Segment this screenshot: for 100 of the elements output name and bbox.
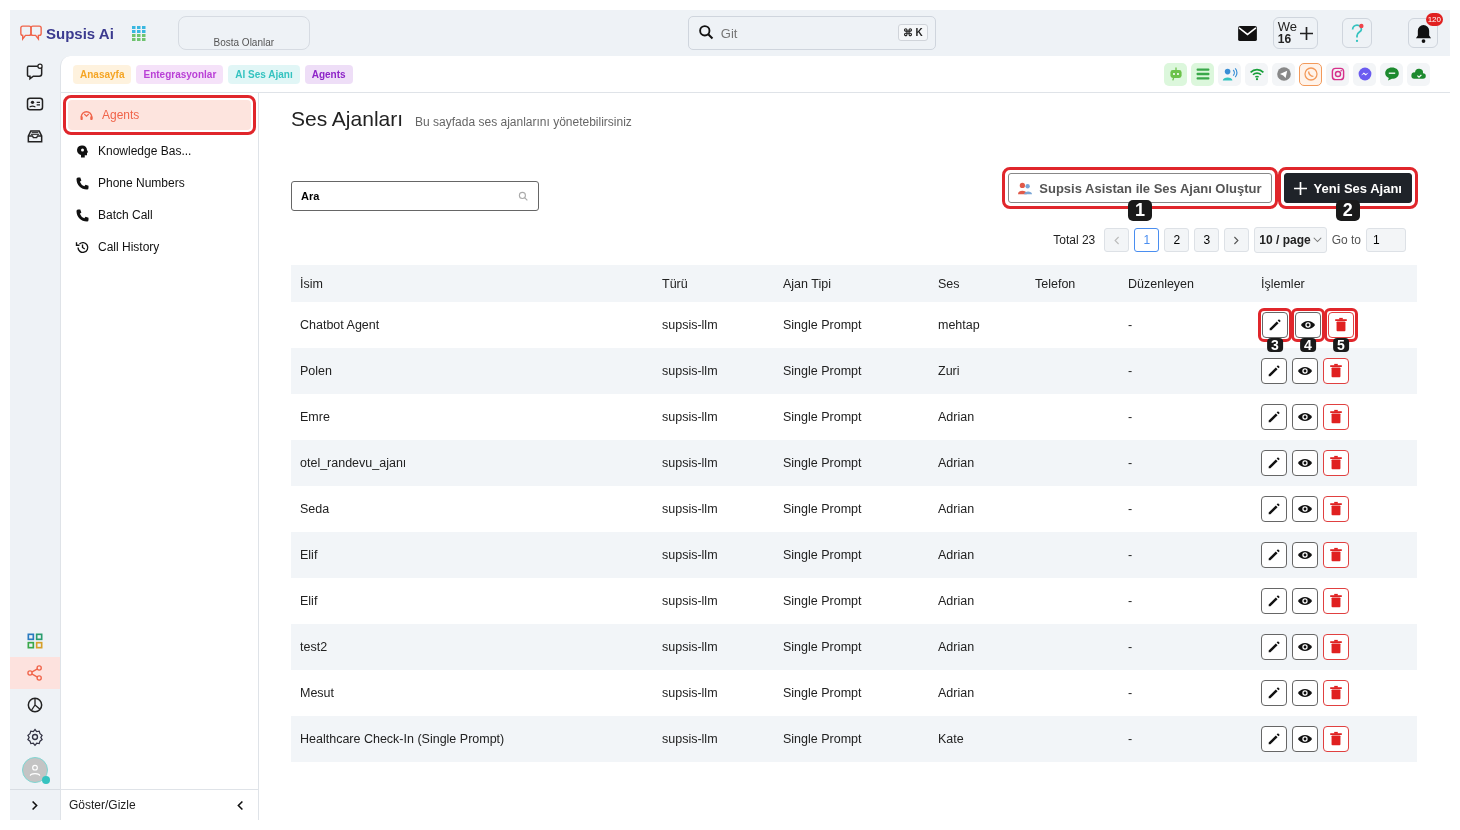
mail-icon[interactable] <box>1237 25 1257 41</box>
breadcrumb-tag[interactable]: Agents <box>304 64 353 84</box>
notification-badge: 120 <box>1425 13 1443 26</box>
search-icon <box>518 191 529 202</box>
view-button[interactable] <box>1292 358 1318 384</box>
edit-button[interactable] <box>1261 542 1287 568</box>
trash-icon <box>1328 409 1344 425</box>
table-cell-text: Single Prompt <box>782 732 863 746</box>
online-dot <box>42 776 50 784</box>
column-header: Ses <box>937 276 961 291</box>
grid-icon[interactable] <box>25 631 45 651</box>
trash-icon <box>1333 317 1349 333</box>
edit-button[interactable] <box>1261 404 1287 430</box>
bell-icon[interactable] <box>1414 23 1432 43</box>
step-number: 3 <box>1267 338 1283 352</box>
workspace-button[interactable]: We 16 <box>1272 17 1318 49</box>
action-button[interactable]: Supsis Asistan ile Ses Ajanı Oluştur <box>1008 173 1272 203</box>
edit-button[interactable] <box>1261 588 1287 614</box>
pencil-icon <box>1266 409 1282 425</box>
pencil-icon <box>1266 455 1282 471</box>
delete-button[interactable] <box>1323 726 1349 752</box>
chat-bubble-icon[interactable] <box>25 62 45 82</box>
pencil-icon <box>1266 547 1282 563</box>
page-title: Ses Ajanları <box>291 107 404 131</box>
pencil-icon <box>1266 501 1282 517</box>
delete-button[interactable] <box>1323 680 1349 706</box>
delete-button[interactable] <box>1323 588 1349 614</box>
settings-icon[interactable] <box>25 727 45 747</box>
breadcrumb-tag[interactable]: Entegrasyonlar <box>136 64 224 84</box>
view-button[interactable] <box>1292 542 1318 568</box>
view-button[interactable] <box>1292 404 1318 430</box>
search-field[interactable]: Ara <box>291 181 539 211</box>
trash-icon <box>1328 731 1344 747</box>
list-icon[interactable] <box>1194 66 1211 82</box>
table-cell-text: Adrian <box>937 548 976 562</box>
view-button[interactable] <box>1292 634 1318 660</box>
edit-button[interactable] <box>1261 726 1287 752</box>
delete-button[interactable] <box>1323 496 1349 522</box>
pencil-icon <box>1267 317 1283 333</box>
view-button[interactable] <box>1292 680 1318 706</box>
edit-button[interactable] <box>1261 496 1287 522</box>
cloud-icon[interactable] <box>1410 66 1427 82</box>
edit-button[interactable] <box>1261 680 1287 706</box>
share-icon[interactable] <box>25 663 45 683</box>
table-cell-text: supsis-llm <box>661 364 719 378</box>
pie-chart-icon[interactable] <box>25 695 45 715</box>
table-cell-text: supsis-llm <box>661 410 719 424</box>
table-cell-text: Elif <box>299 548 319 562</box>
edit-button[interactable] <box>1261 634 1287 660</box>
column-header: Ajan Tipi <box>782 276 832 291</box>
table-cell-text: - <box>1127 502 1134 516</box>
table-cell-text: - <box>1127 594 1134 608</box>
delete-button[interactable] <box>1323 358 1349 384</box>
camera-icon[interactable] <box>1329 66 1346 82</box>
delete-button[interactable] <box>1323 404 1349 430</box>
delete-button[interactable] <box>1323 634 1349 660</box>
trash-icon <box>1328 593 1344 609</box>
table-cell-text: Single Prompt <box>782 318 863 332</box>
brand-name: Supsis Ai <box>46 24 114 42</box>
step-number: 1 <box>1127 200 1152 221</box>
sidebar-item[interactable]: Knowledge Bas... <box>61 135 258 167</box>
paper-plane-icon[interactable] <box>1275 66 1292 82</box>
table-cell-text: Single Prompt <box>782 456 863 470</box>
view-button[interactable] <box>1292 588 1318 614</box>
speaking-person-icon[interactable] <box>1221 66 1238 82</box>
page-size-select[interactable]: 10 / page <box>1254 227 1327 253</box>
table-cell-text: - <box>1127 364 1134 378</box>
wifi-icon[interactable] <box>1248 66 1265 82</box>
id-card-icon[interactable] <box>25 94 45 114</box>
table-cell-text: - <box>1127 318 1134 332</box>
step-number: 5 <box>1333 338 1349 352</box>
table-cell-text: Single Prompt <box>782 548 863 562</box>
plus-icon <box>1293 181 1307 195</box>
view-button[interactable] <box>1292 496 1318 522</box>
table-cell-text: Single Prompt <box>782 686 863 700</box>
sidebar-item[interactable]: Batch Call <box>61 199 258 231</box>
table-cell-text: Adrian <box>937 456 976 470</box>
table-cell-text: Seda <box>299 502 331 516</box>
table-cell-text: - <box>1127 410 1134 424</box>
chevron-right-icon[interactable] <box>31 799 39 811</box>
sidebar-item[interactable]: Phone Numbers <box>61 167 258 199</box>
page-button[interactable]: 2 <box>1164 228 1190 252</box>
chevron-left-icon[interactable] <box>236 799 244 811</box>
table-cell-text: supsis-llm <box>661 686 719 700</box>
people-icon <box>1018 181 1033 195</box>
edit-button[interactable] <box>1261 450 1287 476</box>
view-button[interactable] <box>1292 726 1318 752</box>
edit-button[interactable] <box>1261 358 1287 384</box>
action-button[interactable]: Yeni Ses Ajanı <box>1283 173 1412 203</box>
delete-button[interactable] <box>1323 450 1349 476</box>
sms-bubble-icon[interactable] <box>1383 66 1400 82</box>
delete-button[interactable] <box>1323 542 1349 568</box>
logo-icon <box>19 24 43 42</box>
help-icon[interactable] <box>1350 23 1364 43</box>
goto-field[interactable]: 1 <box>1366 228 1406 252</box>
messenger-icon[interactable] <box>1356 66 1373 82</box>
table-cell-text: Adrian <box>937 594 976 608</box>
page-button[interactable]: 3 <box>1194 228 1220 252</box>
sidebar-item[interactable]: Call History <box>61 231 258 263</box>
view-button[interactable] <box>1292 450 1318 476</box>
